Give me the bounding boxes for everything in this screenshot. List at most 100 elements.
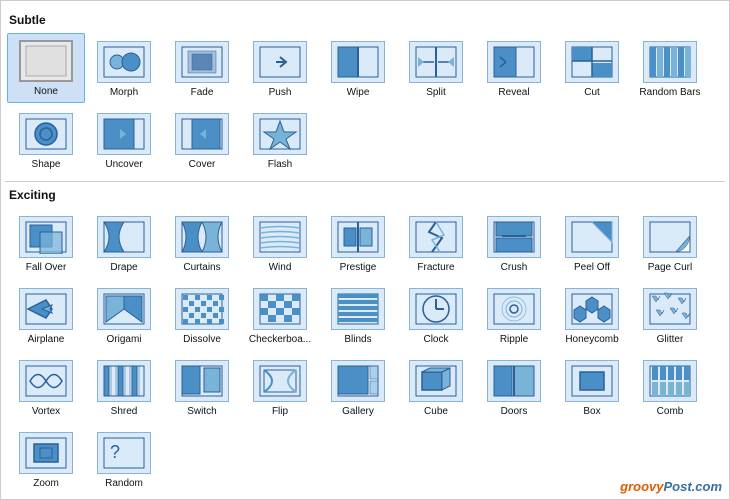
transition-item-checkerboard[interactable]: Checkerboa... (241, 280, 319, 350)
transition-item-glitter[interactable]: Glitter (631, 280, 709, 350)
transition-item-peel-off[interactable]: Peel Off (553, 208, 631, 278)
transition-item-cube[interactable]: Cube (397, 352, 475, 422)
transition-label-flip: Flip (272, 406, 288, 418)
transition-item-dissolve[interactable]: Dissolve (163, 280, 241, 350)
transition-item-curtains[interactable]: Curtains (163, 208, 241, 278)
transition-label-wind: Wind (269, 262, 292, 274)
transition-grid-subtle: None Morph Fade Push Wipe Split Reveal Cut Rando… (5, 33, 725, 175)
transition-item-blinds[interactable]: Blinds (319, 280, 397, 350)
transition-icon-peel-off (565, 216, 619, 258)
transition-label-fracture: Fracture (417, 262, 454, 274)
transition-label-comb: Comb (657, 406, 684, 418)
transition-item-switch[interactable]: Switch (163, 352, 241, 422)
transition-item-gallery[interactable]: Gallery (319, 352, 397, 422)
transition-item-shred[interactable]: Shred (85, 352, 163, 422)
transition-item-fracture[interactable]: Fracture (397, 208, 475, 278)
transition-label-random-bars: Random Bars (639, 87, 700, 99)
watermark-groovy: groovy (620, 479, 663, 494)
svg-text:?: ? (110, 442, 120, 462)
transition-item-box[interactable]: Box (553, 352, 631, 422)
transition-icon-fracture (409, 216, 463, 258)
transition-item-shape[interactable]: Shape (7, 105, 85, 175)
transition-label-split: Split (426, 87, 445, 99)
transition-label-cube: Cube (424, 406, 448, 418)
transition-icon-ripple (487, 288, 541, 330)
transition-item-ripple[interactable]: Ripple (475, 280, 553, 350)
transition-item-honeycomb[interactable]: Honeycomb (553, 280, 631, 350)
transition-icon-reveal (487, 41, 541, 83)
transition-label-doors: Doors (501, 406, 528, 418)
transition-item-prestige[interactable]: Prestige (319, 208, 397, 278)
transition-item-zoom[interactable]: Zoom (7, 424, 85, 494)
transition-item-page-curl[interactable]: Page Curl (631, 208, 709, 278)
transition-label-cut: Cut (584, 87, 600, 99)
transition-item-crush[interactable]: Crush (475, 208, 553, 278)
transition-label-uncover: Uncover (105, 159, 142, 171)
transition-label-crush: Crush (501, 262, 528, 274)
transition-icon-curtains (175, 216, 229, 258)
transition-label-origami: Origami (106, 334, 141, 346)
transition-item-wind[interactable]: Wind (241, 208, 319, 278)
transition-item-uncover[interactable]: Uncover (85, 105, 163, 175)
transition-icon-vortex (19, 360, 73, 402)
transition-icon-origami (97, 288, 151, 330)
transition-label-zoom: Zoom (33, 478, 59, 490)
transition-label-morph: Morph (110, 87, 138, 99)
watermark-post: Post (663, 479, 691, 494)
transition-icon-fall-over (19, 216, 73, 258)
transition-item-fall-over[interactable]: Fall Over (7, 208, 85, 278)
transition-icon-page-curl (643, 216, 697, 258)
transition-icon-morph (97, 41, 151, 83)
transition-item-wipe[interactable]: Wipe (319, 33, 397, 103)
transition-item-cut[interactable]: Cut (553, 33, 631, 103)
transition-label-flash: Flash (268, 159, 292, 171)
transition-label-airplane: Airplane (28, 334, 65, 346)
transition-icon-dissolve (175, 288, 229, 330)
transition-item-flash[interactable]: Flash (241, 105, 319, 175)
transition-item-random-bars[interactable]: Random Bars (631, 33, 709, 103)
transition-item-morph[interactable]: Morph (85, 33, 163, 103)
transition-label-page-curl: Page Curl (648, 262, 692, 274)
transition-label-fade: Fade (191, 87, 214, 99)
transition-item-comb[interactable]: Comb (631, 352, 709, 422)
transition-icon-random: ? (97, 432, 151, 474)
transition-item-drape[interactable]: Drape (85, 208, 163, 278)
transition-icon-blinds (331, 288, 385, 330)
transition-icon-gallery (331, 360, 385, 402)
transition-label-shred: Shred (111, 406, 138, 418)
transition-icon-doors (487, 360, 541, 402)
transition-label-fall-over: Fall Over (26, 262, 67, 274)
transition-label-random: Random (105, 478, 143, 490)
transition-item-none[interactable]: None (7, 33, 85, 103)
transition-item-split[interactable]: Split (397, 33, 475, 103)
transition-item-origami[interactable]: Origami (85, 280, 163, 350)
transition-item-fade[interactable]: Fade (163, 33, 241, 103)
transition-label-prestige: Prestige (340, 262, 377, 274)
transition-item-push[interactable]: Push (241, 33, 319, 103)
transition-icon-wind (253, 216, 307, 258)
transition-item-random[interactable]: ? Random (85, 424, 163, 494)
transition-icon-checkerboard (253, 288, 307, 330)
transition-icon-prestige (331, 216, 385, 258)
transition-icon-zoom (19, 432, 73, 474)
transition-label-push: Push (269, 87, 292, 99)
transition-label-honeycomb: Honeycomb (565, 334, 618, 346)
transition-label-drape: Drape (110, 262, 137, 274)
transition-item-doors[interactable]: Doors (475, 352, 553, 422)
transition-label-dissolve: Dissolve (183, 334, 221, 346)
transition-item-airplane[interactable]: Airplane (7, 280, 85, 350)
transition-label-glitter: Glitter (657, 334, 684, 346)
transition-icon-glitter (643, 288, 697, 330)
transition-label-checkerboard: Checkerboa... (249, 334, 311, 346)
transition-icon-crush (487, 216, 541, 258)
transition-item-vortex[interactable]: Vortex (7, 352, 85, 422)
transition-label-ripple: Ripple (500, 334, 528, 346)
transition-icon-flash (253, 113, 307, 155)
transition-item-clock[interactable]: Clock (397, 280, 475, 350)
transition-item-flip[interactable]: Flip (241, 352, 319, 422)
section-title-subtle: Subtle (5, 13, 725, 27)
transition-item-cover[interactable]: Cover (163, 105, 241, 175)
transition-icon-fade (175, 41, 229, 83)
transition-item-reveal[interactable]: Reveal (475, 33, 553, 103)
transition-label-curtains: Curtains (183, 262, 220, 274)
